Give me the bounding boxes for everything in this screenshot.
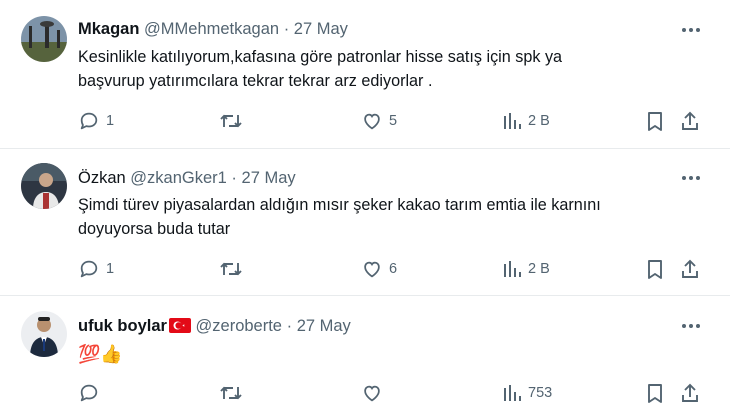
share-button[interactable] [680, 258, 700, 280]
retweet-button[interactable] [219, 110, 243, 132]
share-icon [682, 259, 698, 278]
views-button[interactable]: 2 B [502, 110, 550, 132]
like-button[interactable] [361, 382, 383, 404]
avatar[interactable] [21, 163, 67, 209]
reply-button[interactable]: 1 [78, 110, 114, 132]
separator-dot: · [283, 20, 290, 38]
like-count: 5 [389, 113, 398, 129]
display-name[interactable]: Özkan [78, 169, 126, 187]
share-button[interactable] [680, 382, 700, 404]
reply-button[interactable]: 1 [78, 258, 114, 280]
tweet[interactable]: Özkan @zkanGker1 · 27 May Şimdi türev pi… [0, 149, 730, 295]
user-handle[interactable]: @zkanGker1 [130, 169, 227, 187]
avatar[interactable] [21, 16, 67, 62]
tweet-header: Mkagan @MMehmetkagan · 27 May [78, 19, 348, 39]
bookmark-icon [648, 112, 662, 131]
view-count: 2 B [528, 261, 550, 277]
reply-count: 1 [106, 261, 115, 277]
bookmark-button[interactable] [645, 382, 665, 404]
share-button[interactable] [680, 110, 700, 132]
tweet-text-line: Şimdi türev piyasalardan aldığın mısır ş… [78, 196, 601, 214]
reply-count: 1 [106, 113, 115, 129]
reply-button[interactable] [78, 382, 100, 404]
tweet[interactable]: Mkagan @MMehmetkagan · 27 May Kesinlikle… [0, 0, 730, 148]
avatar[interactable] [21, 311, 67, 357]
views-icon [504, 113, 521, 129]
tweet-text-line: doyuyorsa buda tutar [78, 220, 231, 238]
tweet-emoji-text: 💯👍 [78, 344, 123, 364]
action-bar: 1 5 2 B [0, 110, 730, 134]
reply-icon [80, 260, 98, 278]
bookmark-button[interactable] [645, 110, 665, 132]
display-name[interactable]: Mkagan [78, 20, 139, 38]
views-icon [504, 385, 521, 401]
retweet-icon [220, 386, 242, 400]
tweet-text-line: Kesinlikle katılıyorum,kafasına göre pat… [78, 48, 563, 66]
action-bar: 753 [0, 382, 730, 406]
tweet-text: 💯👍 [78, 342, 678, 366]
tweet-text: Kesinlikle katılıyorum,kafasına göre pat… [78, 45, 678, 93]
tweet-text: Şimdi türev piyasalardan aldığın mısır ş… [78, 193, 678, 241]
tweet[interactable]: ufuk boylar @zeroberte · 27 May 💯👍 753 [0, 296, 730, 420]
view-count: 2 B [528, 113, 550, 129]
heart-icon [364, 385, 380, 402]
retweet-button[interactable] [219, 258, 243, 280]
bookmark-icon [648, 384, 662, 403]
tweet-date[interactable]: 27 May [297, 317, 351, 335]
share-icon [682, 383, 698, 402]
retweet-icon [220, 262, 242, 276]
tweet-header: ufuk boylar @zeroberte · 27 May [78, 316, 351, 336]
more-options-icon[interactable] [680, 170, 702, 186]
bookmark-icon [648, 260, 662, 279]
user-handle[interactable]: @MMehmetkagan [144, 20, 279, 38]
retweet-button[interactable] [219, 382, 243, 404]
tweet-header: Özkan @zkanGker1 · 27 May [78, 168, 296, 188]
views-icon [504, 261, 521, 277]
reply-icon [80, 384, 98, 402]
user-handle[interactable]: @zeroberte [196, 317, 282, 335]
reply-icon [80, 112, 98, 130]
display-name[interactable]: ufuk boylar [78, 317, 167, 335]
like-button[interactable]: 6 [361, 258, 397, 280]
heart-icon [364, 113, 380, 130]
tweet-text-line: başvurup yatırımcılara tekrar tekrar arz… [78, 72, 433, 90]
tweet-date[interactable]: 27 May [242, 169, 296, 187]
heart-icon [364, 261, 380, 278]
separator-dot: · [231, 169, 237, 187]
more-options-icon[interactable] [680, 318, 702, 334]
tweet-date[interactable]: 27 May [294, 20, 348, 38]
views-button[interactable]: 753 [502, 382, 552, 404]
more-options-icon[interactable] [680, 22, 702, 38]
separator-dot: · [286, 317, 293, 335]
like-count: 6 [389, 261, 398, 277]
share-icon [682, 111, 698, 130]
retweet-icon [220, 114, 242, 128]
view-count: 753 [528, 385, 553, 401]
turkey-flag-icon [168, 318, 191, 333]
bookmark-button[interactable] [645, 258, 665, 280]
like-button[interactable]: 5 [361, 110, 397, 132]
action-bar: 1 6 2 B [0, 258, 730, 282]
views-button[interactable]: 2 B [502, 258, 550, 280]
